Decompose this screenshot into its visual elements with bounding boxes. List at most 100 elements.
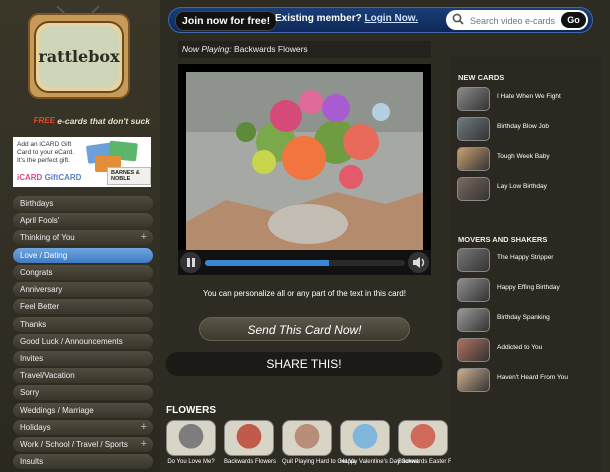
- category-item[interactable]: Invites: [13, 350, 153, 366]
- category-item[interactable]: Anniversary: [13, 282, 153, 298]
- progress-bar[interactable]: [205, 260, 405, 266]
- expand-plus-icon[interactable]: +: [141, 230, 147, 245]
- go-button[interactable]: Go: [561, 12, 586, 28]
- pause-icon: [187, 258, 190, 267]
- card-thumbnail: [457, 248, 490, 272]
- flowers-video-image: [186, 72, 423, 250]
- category-item[interactable]: Feel Better: [13, 299, 153, 315]
- card-list-item[interactable]: The Happy Stripper: [457, 248, 601, 272]
- category-item[interactable]: Sorry: [13, 385, 153, 401]
- card-thumbnail: [457, 368, 490, 392]
- category-item[interactable]: Thinking of You +: [13, 230, 153, 246]
- rattlebox-logo[interactable]: rattlebox: [27, 5, 131, 102]
- new-cards-section: NEW CARDS: [451, 73, 601, 82]
- login-link[interactable]: Login Now.: [364, 13, 418, 24]
- card-title: Birthday Spanking: [497, 314, 550, 321]
- card-thumbnail: [457, 308, 490, 332]
- now-playing-bar: Now Playing: Backwards Flowers: [178, 41, 431, 58]
- barnes-noble-card: BARNES & NOBLE: [107, 167, 151, 185]
- flower-card-thumb[interactable]: Backwards Easter Flowers: [398, 420, 470, 466]
- card-list-item[interactable]: I Hate When We Fight: [457, 87, 601, 111]
- logo-text: rattlebox: [38, 47, 120, 66]
- flowers-section-title: FLOWERS: [166, 405, 216, 416]
- volume-icon: [413, 257, 425, 268]
- category-label: Anniversary: [20, 285, 63, 295]
- volume-button[interactable]: [408, 252, 429, 273]
- search-box: Go: [446, 10, 588, 30]
- send-card-button[interactable]: Send This Card Now!: [199, 317, 410, 341]
- card-title: Haven't Heard From You: [497, 374, 568, 381]
- player-controls: [178, 250, 431, 275]
- left-sidebar: rattlebox FREE e-cards that don't suck A…: [0, 0, 160, 472]
- expand-plus-icon[interactable]: +: [141, 420, 147, 435]
- category-list: Birthdays April Fools' Thinking of You + Lov…: [13, 196, 153, 472]
- thumbnail-image: [224, 420, 274, 456]
- category-label: Work / School / Travel / Sports: [20, 440, 128, 450]
- category-label: Birthdays: [20, 199, 54, 208]
- flower-card-thumb[interactable]: Backwards Flowers: [224, 420, 276, 466]
- thumbnail-image: [340, 420, 390, 456]
- gift-ad-text: Add an iCARD Gift Card to your eCard. It…: [17, 141, 75, 164]
- category-item[interactable]: Work / School / Travel / Sports +: [13, 437, 153, 453]
- now-playing-label: Now Playing:: [182, 44, 232, 54]
- card-thumbnail: [457, 147, 490, 171]
- search-icon: [452, 13, 464, 25]
- card-title: Birthday Blow Job: [497, 123, 550, 130]
- top-bar: Join now for free! Existing member? Logi…: [168, 7, 593, 33]
- gift-ad-brand: iCARD GiftCARD: [17, 173, 82, 182]
- personalize-text: You can personalize all or any part of t…: [203, 289, 406, 298]
- category-label: Weddings / Marriage: [20, 405, 94, 415]
- category-item[interactable]: Birthdays: [13, 196, 153, 211]
- category-label: Good Luck / Announcements: [20, 336, 123, 346]
- category-item[interactable]: April Fools': [13, 213, 153, 229]
- thumbnail-image: [166, 420, 216, 456]
- thumbnail-caption: Backwards Easter Flowers: [398, 459, 470, 465]
- card-list-item[interactable]: Addicted to You: [457, 338, 601, 362]
- category-item[interactable]: Holidays +: [13, 419, 153, 435]
- category-label: Invites: [20, 353, 44, 363]
- category-item[interactable]: Thanks: [13, 316, 153, 332]
- card-thumbnail: [457, 278, 490, 302]
- now-playing-title: Backwards Flowers: [233, 44, 308, 54]
- free-label: FREE: [33, 116, 55, 125]
- card-thumbnail: [457, 87, 490, 111]
- card-list-item[interactable]: Happy Effing Birthday: [457, 278, 601, 302]
- right-sidebar: NEW CARDS I Hate When We Fight Birthday B…: [451, 57, 601, 472]
- card-title: I Hate When We Fight: [497, 93, 561, 100]
- flower-card-thumb[interactable]: Happy Valentine's Day Sweet: [340, 420, 418, 466]
- join-button[interactable]: Join now for free!: [175, 11, 278, 31]
- category-label: Sorry: [20, 388, 40, 398]
- search-input[interactable]: [468, 10, 564, 30]
- thumbnail-caption: Quit Playing Hard to Get Va: [282, 459, 356, 465]
- flower-card-thumb[interactable]: Quit Playing Hard to Get Va: [282, 420, 356, 466]
- card-thumbnail: [457, 338, 490, 362]
- card-title: Tough Week Baby: [497, 153, 550, 160]
- category-label: Thanks: [20, 319, 47, 329]
- category-item[interactable]: Insults: [13, 454, 153, 470]
- card-list-item[interactable]: Tough Week Baby: [457, 147, 601, 171]
- video-frame[interactable]: [186, 72, 423, 250]
- category-item[interactable]: Weddings / Marriage: [13, 402, 153, 418]
- category-label: Feel Better: [20, 302, 60, 312]
- existing-member: Existing member? Login Now.: [275, 13, 418, 24]
- card-list-item[interactable]: Birthday Spanking: [457, 308, 601, 332]
- card-title: Happy Effing Birthday: [497, 284, 560, 291]
- flower-card-thumb[interactable]: Do You Love Me?: [166, 420, 216, 466]
- gift-card-ad[interactable]: Add an iCARD Gift Card to your eCard. It…: [13, 137, 151, 187]
- category-label: Travel/Vacation: [20, 371, 75, 381]
- category-item[interactable]: Love / Dating: [13, 247, 153, 263]
- card-list-item[interactable]: Haven't Heard From You: [457, 368, 601, 392]
- category-label: April Fools': [20, 216, 60, 226]
- tagline-text: e-cards that don't suck: [57, 116, 150, 126]
- category-item[interactable]: Travel/Vacation: [13, 368, 153, 384]
- category-item[interactable]: Congrats: [13, 264, 153, 280]
- expand-plus-icon[interactable]: +: [141, 437, 147, 452]
- card-list-item[interactable]: Lay Low Birthday: [457, 177, 601, 201]
- share-button[interactable]: SHARE THIS!: [166, 352, 442, 376]
- category-item[interactable]: Good Luck / Announcements: [13, 333, 153, 349]
- thumbnail-image: [398, 420, 448, 456]
- card-list-item[interactable]: Birthday Blow Job: [457, 117, 601, 141]
- pause-button[interactable]: [180, 252, 201, 273]
- card-title: The Happy Stripper: [497, 254, 554, 261]
- card-title: Addicted to You: [497, 344, 543, 351]
